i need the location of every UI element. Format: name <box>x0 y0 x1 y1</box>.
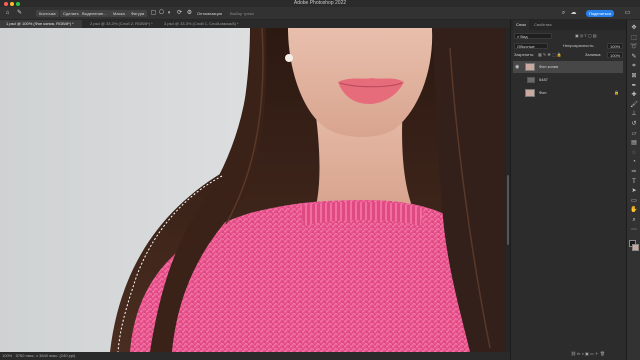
filter-icons[interactable]: ▣ ◎ T ▢ ▤ <box>575 32 623 39</box>
lock-label: Закрепить: <box>514 52 535 57</box>
eyedropper-tool-icon[interactable]: ✒ <box>629 82 639 91</box>
layer-thumbnail <box>525 63 535 71</box>
opacity-label: Непрозрачность: <box>563 43 595 48</box>
tab-properties[interactable]: Свойства <box>531 20 555 30</box>
tab-document-2[interactable]: 2.psd @ 33,3% (Слой 2, RGB/8*) * <box>84 20 156 28</box>
move-tool-icon[interactable]: ✥ <box>629 24 639 33</box>
title-bar: Adobe Photoshop 2022 <box>0 0 640 7</box>
crop-tool-icon[interactable]: ⌗ <box>629 62 639 71</box>
options-bar: ⌂ ✎ Кисточка Сделать Выделение... Маска … <box>0 7 640 20</box>
blend-mode-select[interactable]: Обычные <box>514 43 548 49</box>
pen-tool-icon[interactable]: ✑ <box>629 168 639 177</box>
path-select-tool-icon[interactable]: ➤ <box>629 187 639 196</box>
document-canvas[interactable] <box>0 28 506 352</box>
share-button[interactable]: Поделиться <box>586 10 614 17</box>
pearl-earring <box>285 54 293 62</box>
layer-thumbnail <box>525 89 535 97</box>
layer-name[interactable]: 5487 <box>539 74 548 86</box>
fill-field[interactable]: 100% <box>607 52 623 58</box>
eye-icon[interactable]: ◉ <box>515 61 519 73</box>
optimize-label[interactable]: Оптимизация <box>197 9 222 18</box>
app-title: Adobe Photoshop 2022 <box>293 0 347 6</box>
panel-footer-icons[interactable]: ⛓ fx ◑ ▣ ▭ ＋ 🗑 <box>571 350 623 357</box>
document-info: 5760 пикс. x 3840 пикс. (240 ppi) <box>15 353 76 358</box>
frame-tool-icon[interactable]: ⊠ <box>629 72 639 81</box>
dodge-tool-icon[interactable]: ◔ <box>629 158 639 167</box>
zoom-level[interactable]: 100% <box>2 353 12 358</box>
link-icon[interactable]: ⎔ <box>158 10 165 17</box>
layer-name[interactable]: Фон <box>539 87 546 99</box>
healing-tool-icon[interactable]: ✚ <box>629 91 639 100</box>
panel-tabs: Слои Свойства <box>511 20 627 30</box>
layer-row[interactable]: 5487 <box>513 74 623 86</box>
eraser-tool-icon[interactable]: ▱ <box>629 130 639 139</box>
tab-document-1[interactable]: 1.psd @ 100% (Фон копия, RGB/8*) * <box>0 20 82 28</box>
refresh-icon[interactable]: ⟳ <box>176 10 183 17</box>
lasso-tool-icon[interactable]: ✎ <box>16 10 23 17</box>
tab-label: 1.psd @ 100% (Фон копия, RGB/8*) * <box>6 21 74 26</box>
lock-icons[interactable]: ▦ ✎ ✥ ⬚ 🔒 <box>538 51 568 58</box>
brush-option-button[interactable]: Кисточка <box>36 10 59 17</box>
hand-tool-icon[interactable]: ✋ <box>629 206 639 215</box>
kind-filter-select[interactable]: ⌕ Вид <box>514 33 552 39</box>
layer-row[interactable]: ◉ Фон копия <box>513 61 623 73</box>
status-bar: 100% 5760 пикс. x 3840 пикс. (240 ppi) <box>0 352 510 360</box>
more-tools-icon[interactable]: ⋯ <box>629 226 639 235</box>
search-icon[interactable]: ⌕ <box>560 10 567 17</box>
hint-label: Выбор трека <box>230 11 254 16</box>
opacity-field[interactable]: 100% <box>607 43 623 49</box>
layers-panel: Слои Свойства ⌕ Вид ▣ ◎ T ▢ ▤ Обычные Не… <box>510 20 627 360</box>
gradient-tool-icon[interactable]: ▤ <box>629 139 639 148</box>
selection-button[interactable]: Выделение... <box>79 10 110 17</box>
layer-row[interactable]: Фон 🔒 <box>513 87 623 99</box>
shape-button[interactable]: Фигура <box>128 10 148 17</box>
tab-label: 3.psd @ 33,3% (Слой 1, Слой-маска/8) * <box>164 21 239 26</box>
quick-select-tool-icon[interactable]: ✎ <box>629 53 639 62</box>
clone-stamp-tool-icon[interactable]: ⊥ <box>629 110 639 119</box>
cloud-icon[interactable]: ☁ <box>570 10 577 17</box>
document-tabs: 1.psd @ 100% (Фон копия, RGB/8*) * 2.psd… <box>0 20 510 28</box>
settings-icon[interactable]: ⚙ <box>186 10 193 17</box>
layer-name[interactable]: Фон копия <box>539 61 558 73</box>
zoom-tool-icon[interactable]: ⌕ <box>629 216 639 225</box>
fill-label: Заливка: <box>585 52 602 57</box>
transform-icon[interactable]: ▢ <box>150 10 157 17</box>
lock-icon: 🔒 <box>614 90 619 95</box>
workspace-icon[interactable]: ▭ <box>624 10 631 17</box>
brush-tool-icon[interactable]: 🖌 <box>629 101 639 110</box>
tab-label: 2.psd @ 33,3% (Слой 2, RGB/8*) * <box>90 21 153 26</box>
lasso-tool-icon[interactable]: ➰ <box>629 43 639 52</box>
scrollbar-thumb[interactable] <box>507 175 509 245</box>
brush-settings-icon[interactable]: ◐ <box>166 10 173 17</box>
marquee-tool-icon[interactable]: ⬚ <box>629 34 639 43</box>
tab-layers[interactable]: Слои <box>513 20 529 30</box>
home-icon[interactable]: ⌂ <box>4 10 11 17</box>
mask-button[interactable]: Маска <box>110 10 128 17</box>
photo-image <box>0 28 506 352</box>
blur-tool-icon[interactable]: ◌ <box>629 149 639 158</box>
folder-icon <box>527 77 535 83</box>
tab-document-3[interactable]: 3.psd @ 33,3% (Слой 1, Слой-маска/8) * <box>158 20 268 28</box>
rectangle-tool-icon[interactable]: ▭ <box>629 197 639 206</box>
type-tool-icon[interactable]: T <box>629 178 639 187</box>
background-color-swatch[interactable] <box>632 244 639 251</box>
history-brush-tool-icon[interactable]: ↺ <box>629 120 639 129</box>
tools-panel: ✥ ⬚ ➰ ✎ ⌗ ⊠ ✒ ✚ 🖌 ⊥ ↺ ▱ ▤ ◌ ◔ ✑ T ➤ ▭ ✋ ⌕ ⋯ <box>626 20 640 360</box>
